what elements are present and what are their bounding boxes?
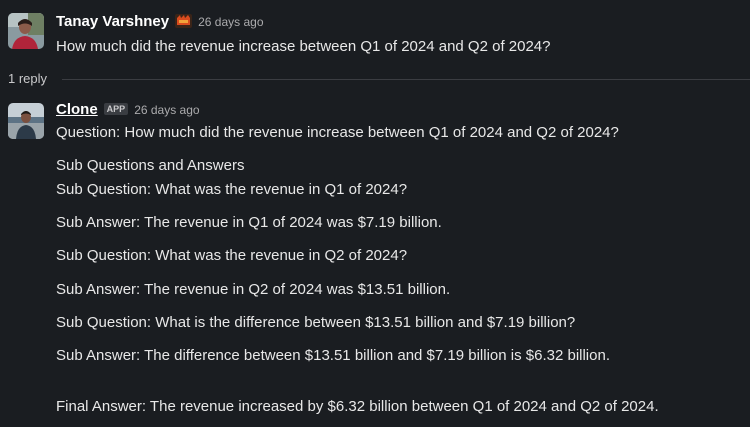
sub-question-2: Sub Question: What was the revenue in Q2… — [56, 247, 408, 264]
message-timestamp[interactable]: 26 days ago — [198, 15, 263, 29]
parent-message-header: Tanay Varshney 26 days ago — [56, 12, 264, 30]
message-timestamp[interactable]: 26 days ago — [134, 103, 199, 117]
question-line: Question: How much did the revenue incre… — [56, 124, 619, 141]
user-avatar[interactable] — [8, 13, 44, 49]
sub-questions-header: Sub Questions and Answers — [56, 157, 245, 174]
sub-answer-2: Sub Answer: The revenue in Q2 of 2024 wa… — [56, 281, 451, 298]
sub-answer-1: Sub Answer: The revenue in Q1 of 2024 wa… — [56, 214, 442, 231]
bot-author-name[interactable]: Clone — [56, 101, 98, 118]
bot-photo-avatar-icon — [8, 103, 44, 139]
sub-answer-3: Sub Answer: The difference between $13.5… — [56, 347, 610, 364]
user-photo-avatar-icon — [8, 13, 44, 49]
bot-avatar[interactable] — [8, 103, 44, 139]
status-emoji-icon — [175, 14, 193, 28]
parent-message-text: How much did the revenue increase betwee… — [56, 38, 551, 55]
sub-question-1: Sub Question: What was the revenue in Q1… — [56, 181, 408, 198]
reply-message-header: Clone APP 26 days ago — [56, 101, 200, 118]
sub-question-3: Sub Question: What is the difference bet… — [56, 314, 576, 331]
reply-count[interactable]: 1 reply — [8, 71, 47, 86]
author-name[interactable]: Tanay Varshney — [56, 13, 169, 30]
app-badge: APP — [103, 103, 129, 115]
thread-divider — [62, 79, 750, 80]
final-answer: Final Answer: The revenue increased by $… — [56, 398, 659, 415]
